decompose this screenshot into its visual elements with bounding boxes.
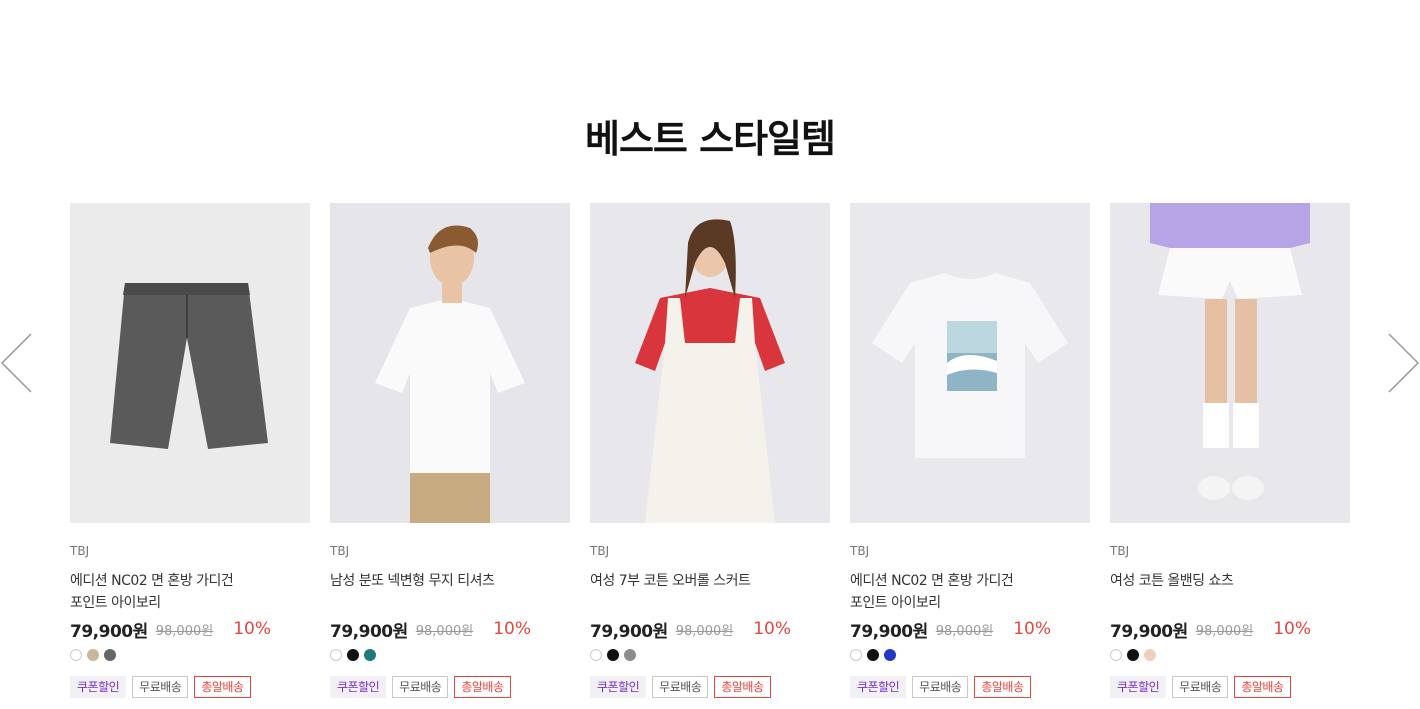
product-carousel: TBJ 에디션 NC02 면 혼방 가디건 포인트 아이보리 79,900원 9… <box>70 203 1350 709</box>
original-price: 98,000원 <box>935 623 994 639</box>
product-brand: TBJ <box>1110 544 1130 558</box>
color-swatch-black[interactable] <box>347 649 359 661</box>
express-shipping-badge: 총알배송 <box>454 676 511 698</box>
product-name-line1: 남성 분또 넥변형 무지 티셔츠 <box>330 573 495 589</box>
product-name[interactable]: 여성 7부 코튼 오버롤 스커트 <box>590 570 830 614</box>
color-swatch-white[interactable] <box>1110 649 1122 661</box>
product-name-line1: 에디션 NC02 면 혼방 가디건 <box>850 573 1014 589</box>
product-name[interactable]: 여성 코튼 올밴딩 쇼츠 <box>1110 570 1350 614</box>
express-shipping-badge: 총알배송 <box>1234 676 1291 698</box>
product-image-man-tshirt[interactable] <box>330 203 570 523</box>
discount-rate: 10% <box>1273 619 1311 639</box>
free-shipping-badge: 무료배송 <box>392 676 449 698</box>
product-brand: TBJ <box>850 544 870 558</box>
color-swatch-black[interactable] <box>867 649 879 661</box>
free-shipping-badge: 무료배송 <box>912 676 969 698</box>
discount-rate: 10% <box>753 619 791 639</box>
color-swatch-white[interactable] <box>330 649 342 661</box>
express-shipping-badge: 총알배송 <box>974 676 1031 698</box>
coupon-badge: 쿠폰할인 <box>850 676 907 698</box>
product-image-white-shorts[interactable] <box>1110 203 1350 523</box>
coupon-badge: 쿠폰할인 <box>70 676 127 698</box>
coupon-badge: 쿠폰할인 <box>1110 676 1167 698</box>
original-price: 98,000원 <box>675 623 734 639</box>
coupon-badge: 쿠폰할인 <box>330 676 387 698</box>
product-name[interactable]: 에디션 NC02 면 혼방 가디건 포인트 아이보리 <box>850 570 1090 614</box>
product-card[interactable]: TBJ 남성 분또 넥변형 무지 티셔츠 79,900원 98,000원 10%… <box>330 203 570 698</box>
product-name[interactable]: 남성 분또 넥변형 무지 티셔츠 <box>330 570 570 614</box>
product-brand: TBJ <box>70 544 90 558</box>
chevron-right-icon <box>1388 333 1420 393</box>
coupon-badge: 쿠폰할인 <box>590 676 647 698</box>
color-swatch-pink[interactable] <box>1144 649 1156 661</box>
sale-price: 79,900원 <box>850 621 928 642</box>
product-image-shorts[interactable] <box>70 203 310 523</box>
next-arrow-button[interactable] <box>1386 332 1420 394</box>
color-swatch-teal[interactable] <box>364 649 376 661</box>
product-image-print-tshirt[interactable] <box>850 203 1090 523</box>
color-swatch-black[interactable] <box>1127 649 1139 661</box>
discount-rate: 10% <box>233 619 271 639</box>
product-brand: TBJ <box>590 544 610 558</box>
product-card[interactable]: TBJ 여성 7부 코튼 오버롤 스커트 79,900원 98,000원 10%… <box>590 203 830 698</box>
section-title: 베스트 스타일템 <box>585 117 836 161</box>
sale-price: 79,900원 <box>1110 621 1188 642</box>
product-brand: TBJ <box>330 544 350 558</box>
product-image-overall-skirt[interactable] <box>590 203 830 523</box>
chevron-left-icon <box>0 333 32 393</box>
free-shipping-badge: 무료배송 <box>652 676 709 698</box>
discount-rate: 10% <box>1013 619 1051 639</box>
color-swatch-white[interactable] <box>590 649 602 661</box>
discount-rate: 10% <box>493 619 531 639</box>
color-swatch-white[interactable] <box>70 649 82 661</box>
product-name-line1: 에디션 NC02 면 혼방 가디건 <box>70 573 234 589</box>
prev-arrow-button[interactable] <box>0 332 34 394</box>
original-price: 98,000원 <box>415 623 474 639</box>
free-shipping-badge: 무료배송 <box>132 676 189 698</box>
original-price: 98,000원 <box>155 623 214 639</box>
color-swatch-gray[interactable] <box>104 649 116 661</box>
original-price: 98,000원 <box>1195 623 1254 639</box>
color-swatch-black[interactable] <box>607 649 619 661</box>
sale-price: 79,900원 <box>590 621 668 642</box>
color-swatch-white[interactable] <box>850 649 862 661</box>
color-swatch-blue[interactable] <box>884 649 896 661</box>
product-card[interactable]: TBJ 에디션 NC02 면 혼방 가디건 포인트 아이보리 79,900원 9… <box>850 203 1090 698</box>
product-card[interactable]: TBJ 에디션 NC02 면 혼방 가디건 포인트 아이보리 79,900원 9… <box>70 203 310 698</box>
express-shipping-badge: 총알배송 <box>714 676 771 698</box>
product-card[interactable]: TBJ 여성 코튼 올밴딩 쇼츠 79,900원 98,000원 10% 쿠폰할… <box>1110 203 1350 698</box>
product-name-line2: 포인트 아이보리 <box>850 595 941 611</box>
product-name-line1: 여성 7부 코튼 오버롤 스커트 <box>590 573 751 589</box>
product-name-line1: 여성 코튼 올밴딩 쇼츠 <box>1110 573 1234 589</box>
color-swatch-gray[interactable] <box>624 649 636 661</box>
free-shipping-badge: 무료배송 <box>1172 676 1229 698</box>
sale-price: 79,900원 <box>70 621 148 642</box>
product-name-line2: 포인트 아이보리 <box>70 595 161 611</box>
sale-price: 79,900원 <box>330 621 408 642</box>
color-swatch-beige[interactable] <box>87 649 99 661</box>
express-shipping-badge: 총알배송 <box>194 676 251 698</box>
product-name[interactable]: 에디션 NC02 면 혼방 가디건 포인트 아이보리 <box>70 570 310 614</box>
